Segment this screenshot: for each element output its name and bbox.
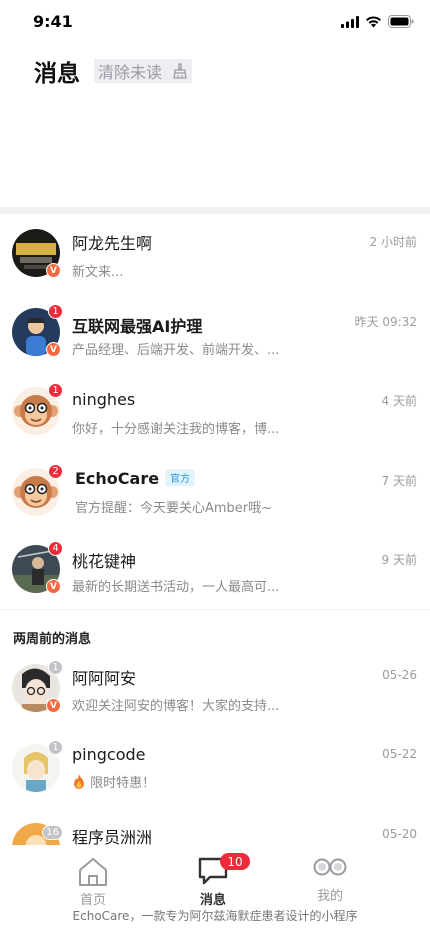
message-time: 9 天前 bbox=[381, 553, 417, 567]
tab-messages[interactable]: 消息 10 bbox=[168, 845, 258, 908]
message-time: 7 天前 bbox=[381, 474, 417, 488]
contact-name: 阿阿阿安 bbox=[72, 669, 137, 688]
cellular-signal-icon bbox=[341, 15, 359, 28]
unread-count-badge: 1 bbox=[48, 304, 63, 319]
status-time: 9:41 bbox=[33, 12, 73, 31]
divider-band bbox=[0, 207, 430, 214]
unread-count-badge: 1 bbox=[48, 740, 63, 755]
avatar: V bbox=[12, 229, 61, 278]
avatar: 2 bbox=[12, 464, 63, 516]
section-title: 两周前的消息 bbox=[13, 632, 92, 647]
clear-unread-button[interactable]: 清除未读 bbox=[94, 59, 193, 83]
unread-count-badge: 16 bbox=[42, 825, 63, 840]
message-preview: 你好，十分感谢关注我的博客，博... bbox=[72, 422, 280, 437]
message-time: 05-26 bbox=[382, 668, 417, 682]
verified-badge: V bbox=[46, 579, 61, 594]
fire-icon bbox=[74, 774, 84, 789]
avatar: 1 bbox=[12, 740, 63, 792]
message-preview: 新文来... bbox=[72, 265, 124, 280]
contact-name: EchoCare 官方 bbox=[75, 469, 196, 488]
avatar: 16 bbox=[12, 823, 63, 845]
glasses-icon bbox=[313, 858, 347, 876]
list-item[interactable]: 1 V 阿阿阿安 05-26 欢迎关注阿安的博客！大家的支持... bbox=[0, 654, 430, 732]
status-icons bbox=[341, 15, 414, 28]
unread-count-badge: 4 bbox=[48, 541, 63, 556]
unread-count-badge: 2 bbox=[48, 464, 63, 479]
list-item[interactable]: 1 ninghes 4 天前 你好，十分感谢关注我的博客，博... bbox=[0, 372, 430, 450]
battery-icon bbox=[388, 15, 414, 28]
contact-name-text: EchoCare bbox=[75, 469, 160, 488]
message-time: 2 小时前 bbox=[369, 235, 417, 249]
home-icon bbox=[79, 858, 107, 886]
contact-name: 程序员洲洲 bbox=[72, 828, 153, 845]
unread-count-badge: 1 bbox=[48, 383, 63, 398]
list-item[interactable]: 2 EchoCare 官方 7 天前 官方提醒：今天要关心Amber哦~ bbox=[0, 451, 430, 529]
message-preview-text: 限时特惠！ bbox=[90, 776, 156, 791]
list-item[interactable]: 4 V 桃花键神 9 天前 最新的长期送书活动，一人最高可... bbox=[0, 530, 430, 608]
tab-home-label: 首页 bbox=[79, 893, 106, 908]
message-preview: 欢迎关注阿安的博客！大家的支持... bbox=[72, 699, 280, 714]
message-preview: 最新的长期送书活动，一人最高可... bbox=[72, 580, 280, 595]
status-bar: 9:41 bbox=[0, 0, 430, 44]
contact-name: ninghes bbox=[72, 390, 136, 409]
message-preview: 限时特惠！ bbox=[72, 772, 155, 791]
contact-name: pingcode bbox=[72, 745, 146, 764]
section-divider bbox=[0, 609, 430, 610]
tab-home[interactable]: 首页 bbox=[48, 845, 138, 908]
official-tag: 官方 bbox=[165, 469, 196, 486]
list-item[interactable]: 16 程序员洲洲 05-20 bbox=[0, 819, 430, 845]
tab-messages-badge: 10 bbox=[220, 853, 250, 870]
tab-mine[interactable]: 我的 bbox=[285, 845, 375, 904]
message-time: 05-20 bbox=[382, 827, 417, 841]
verified-badge: V bbox=[46, 342, 61, 357]
tab-mine-label: 我的 bbox=[316, 889, 343, 904]
list-item[interactable]: V 阿龙先生啊 2 小时前 新文来... bbox=[0, 214, 430, 292]
footer-text: EchoCare，一款专为阿尔兹海默症患者设计的小程序 bbox=[72, 909, 358, 923]
message-time: 05-22 bbox=[382, 747, 417, 761]
broom-icon bbox=[173, 63, 187, 79]
contact-name: 互联网最强AI护理 bbox=[72, 317, 203, 336]
contact-name: 阿龙先生啊 bbox=[72, 234, 153, 253]
avatar: 4 V bbox=[12, 541, 63, 594]
unread-count-badge: 1 bbox=[48, 660, 63, 675]
message-time: 昨天 09:32 bbox=[354, 315, 417, 329]
message-preview: 产品经理、后端开发、前端开发、... bbox=[72, 343, 280, 358]
tab-bar: 首页 消息 10 我的 EchoCare，一款专为阿尔兹海默症患者设计的小程序 bbox=[0, 845, 430, 932]
clear-unread-label: 清除未读 bbox=[98, 63, 163, 82]
verified-badge: V bbox=[46, 263, 61, 278]
page-title: 消息 bbox=[34, 61, 80, 87]
avatar: 1 bbox=[12, 383, 63, 435]
message-preview: 官方提醒：今天要关心Amber哦~ bbox=[75, 501, 273, 516]
list-item[interactable]: 1 V 互联网最强AI护理 昨天 09:32 产品经理、后端开发、前端开发、..… bbox=[0, 293, 430, 371]
tab-messages-label: 消息 bbox=[199, 893, 226, 908]
avatar: 1 V bbox=[12, 304, 63, 357]
avatar: 1 V bbox=[12, 660, 63, 713]
contact-name: 桃花键神 bbox=[72, 552, 137, 571]
header: 消息 清除未读 bbox=[34, 54, 193, 88]
wifi-icon bbox=[366, 15, 381, 27]
list-item[interactable]: 1 pingcode 05-22 限时特惠！ bbox=[0, 739, 430, 817]
message-time: 4 天前 bbox=[381, 394, 417, 408]
verified-badge: V bbox=[46, 698, 61, 713]
